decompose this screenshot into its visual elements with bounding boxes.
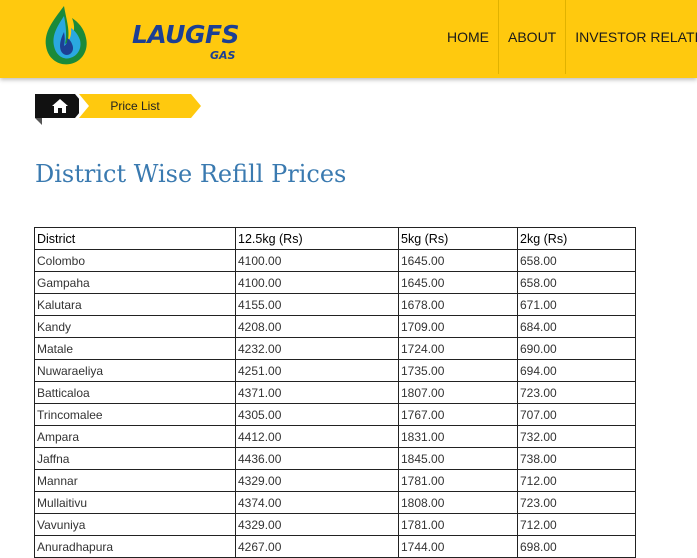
price-5kg-cell: 1744.00: [398, 535, 518, 558]
table-row: Gampaha 4100.00 1645.00 658.00: [34, 271, 636, 294]
table-row: Anuradhapura 4267.00 1744.00 698.00: [34, 535, 636, 558]
price-2kg-cell: 723.00: [517, 491, 636, 514]
price-12-5kg-cell: 4100.00: [235, 249, 399, 272]
table-row: Vavuniya 4329.00 1781.00 712.00: [34, 513, 636, 536]
home-icon: [52, 99, 68, 113]
table-row: Batticaloa 4371.00 1807.00 723.00: [34, 381, 636, 404]
district-cell: Anuradhapura: [34, 535, 236, 558]
table-row: Mannar 4329.00 1781.00 712.00: [34, 469, 636, 492]
price-12-5kg-cell: 4329.00: [235, 469, 399, 492]
district-cell: Gampaha: [34, 271, 236, 294]
flame-icon: [45, 6, 87, 65]
district-cell: Trincomalee: [34, 403, 236, 426]
price-5kg-cell: 1781.00: [398, 469, 518, 492]
column-header-district: District: [34, 227, 236, 250]
price-5kg-cell: 1645.00: [398, 271, 518, 294]
district-cell: Kandy: [34, 315, 236, 338]
main-nav: HOME ABOUT INVESTOR RELATIONS: [438, 0, 697, 74]
price-12-5kg-cell: 4155.00: [235, 293, 399, 316]
price-2kg-cell: 712.00: [517, 469, 636, 492]
district-cell: Jaffna: [34, 447, 236, 470]
nav-home[interactable]: HOME: [438, 0, 499, 74]
price-5kg-cell: 1724.00: [398, 337, 518, 360]
price-12-5kg-cell: 4232.00: [235, 337, 399, 360]
price-5kg-cell: 1735.00: [398, 359, 518, 382]
district-cell: Colombo: [34, 249, 236, 272]
district-cell: Ampara: [34, 425, 236, 448]
column-header-5kg: 5kg (Rs): [398, 227, 518, 250]
price-12-5kg-cell: 4371.00: [235, 381, 399, 404]
page-title: District Wise Refill Prices: [35, 160, 347, 188]
price-2kg-cell: 707.00: [517, 403, 636, 426]
district-cell: Mannar: [34, 469, 236, 492]
breadcrumb-home[interactable]: [35, 94, 85, 118]
column-header-2kg: 2kg (Rs): [517, 227, 636, 250]
price-5kg-cell: 1767.00: [398, 403, 518, 426]
price-5kg-cell: 1845.00: [398, 447, 518, 470]
table-row: Kandy 4208.00 1709.00 684.00: [34, 315, 636, 338]
price-2kg-cell: 738.00: [517, 447, 636, 470]
price-2kg-cell: 690.00: [517, 337, 636, 360]
price-5kg-cell: 1808.00: [398, 491, 518, 514]
price-5kg-cell: 1807.00: [398, 381, 518, 404]
district-cell: Nuwaraeliya: [34, 359, 236, 382]
district-cell: Mullaitivu: [34, 491, 236, 514]
table-row: Kalutara 4155.00 1678.00 671.00: [34, 293, 636, 316]
price-2kg-cell: 671.00: [517, 293, 636, 316]
price-12-5kg-cell: 4208.00: [235, 315, 399, 338]
logo-text: LAUGFS: [132, 20, 240, 49]
table-row: Nuwaraeliya 4251.00 1735.00 694.00: [34, 359, 636, 382]
price-2kg-cell: 698.00: [517, 535, 636, 558]
price-12-5kg-cell: 4267.00: [235, 535, 399, 558]
table-body: Colombo 4100.00 1645.00 658.00 Gampaha 4100.0…: [34, 249, 636, 558]
price-2kg-cell: 694.00: [517, 359, 636, 382]
price-12-5kg-cell: 4100.00: [235, 271, 399, 294]
price-2kg-cell: 658.00: [517, 271, 636, 294]
price-2kg-cell: 658.00: [517, 249, 636, 272]
nav-investor-relations[interactable]: INVESTOR RELATIONS: [566, 0, 697, 74]
logo-subtext: GAS: [210, 49, 236, 62]
table-row: Matale 4232.00 1724.00 690.00: [34, 337, 636, 360]
table-header-row: District 12.5kg (Rs) 5kg (Rs) 2kg (Rs): [34, 227, 636, 250]
table-row: Ampara 4412.00 1831.00 732.00: [34, 425, 636, 448]
price-5kg-cell: 1781.00: [398, 513, 518, 536]
breadcrumb-current: Price List: [79, 94, 201, 118]
column-header-12-5kg: 12.5kg (Rs): [235, 227, 399, 250]
district-cell: Vavuniya: [34, 513, 236, 536]
nav-about[interactable]: ABOUT: [499, 0, 567, 74]
price-12-5kg-cell: 4251.00: [235, 359, 399, 382]
price-2kg-cell: 732.00: [517, 425, 636, 448]
table-row: Colombo 4100.00 1645.00 658.00: [34, 249, 636, 272]
price-12-5kg-cell: 4412.00: [235, 425, 399, 448]
price-5kg-cell: 1709.00: [398, 315, 518, 338]
district-cell: Batticaloa: [34, 381, 236, 404]
district-cell: Kalutara: [34, 293, 236, 316]
price-2kg-cell: 712.00: [517, 513, 636, 536]
price-2kg-cell: 684.00: [517, 315, 636, 338]
table-row: Trincomalee 4305.00 1767.00 707.00: [34, 403, 636, 426]
table-row: Mullaitivu 4374.00 1808.00 723.00: [34, 491, 636, 514]
breadcrumb-fold: [35, 118, 42, 125]
price-table: District 12.5kg (Rs) 5kg (Rs) 2kg (Rs) C…: [34, 227, 636, 558]
price-2kg-cell: 723.00: [517, 381, 636, 404]
site-header: LAUGFS GAS HOME ABOUT INVESTOR RELATIONS: [0, 0, 697, 78]
table-row: Jaffna 4436.00 1845.00 738.00: [34, 447, 636, 470]
price-5kg-cell: 1831.00: [398, 425, 518, 448]
price-5kg-cell: 1678.00: [398, 293, 518, 316]
price-12-5kg-cell: 4305.00: [235, 403, 399, 426]
laugfs-logo[interactable]: LAUGFS GAS: [42, 4, 240, 68]
price-5kg-cell: 1645.00: [398, 249, 518, 272]
price-12-5kg-cell: 4374.00: [235, 491, 399, 514]
price-12-5kg-cell: 4329.00: [235, 513, 399, 536]
district-cell: Matale: [34, 337, 236, 360]
price-12-5kg-cell: 4436.00: [235, 447, 399, 470]
